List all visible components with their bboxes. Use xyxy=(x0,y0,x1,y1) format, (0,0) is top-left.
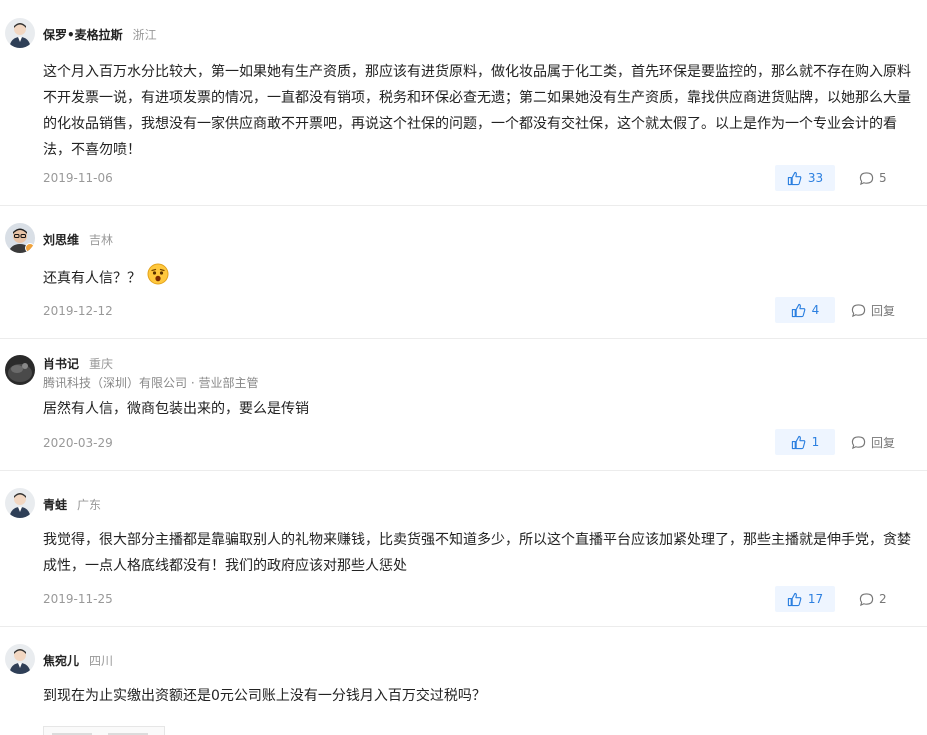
comment-item: 刘思维 吉林 还真有人信？？ 2019-12-12 4 回复 xyxy=(0,206,927,338)
reply-label: 回复 xyxy=(871,303,896,318)
comment-item: 青蛙 广东 我觉得，很大部分主播都是靠骗取别人的礼物来赚钱，比卖货强不知道多少，所… xyxy=(0,471,927,626)
like-count: 17 xyxy=(807,592,824,606)
comment-content: 还真有人信？？ xyxy=(43,263,913,294)
avatar[interactable] xyxy=(5,644,35,674)
comment-date: 2019-12-12 xyxy=(43,304,113,318)
author-region: 四川 xyxy=(89,654,114,668)
comment-content: 居然有人信，微商包装出来的，要么是传销 xyxy=(43,401,309,417)
like-button[interactable]: 1 xyxy=(775,429,835,455)
comment-text: 还真有人信？？ xyxy=(43,270,141,287)
like-button[interactable]: 33 xyxy=(775,165,835,191)
thumbs-up-icon xyxy=(791,303,806,317)
comment-author[interactable]: 肖书记 重庆 xyxy=(43,355,113,372)
reply-count: 5 xyxy=(879,171,887,185)
thumbs-up-icon xyxy=(787,171,802,185)
like-count: 4 xyxy=(811,303,820,317)
default-avatar-icon xyxy=(5,644,35,674)
comment-date: 2019-11-25 xyxy=(43,592,113,606)
speech-bubble-icon xyxy=(851,435,866,449)
comment-author[interactable]: 刘思维 吉林 xyxy=(43,231,113,248)
avatar[interactable] xyxy=(5,488,35,518)
comment-item: 肖书记 重庆 腾讯科技（深圳）有限公司 · 营业部主管 居然有人信，微商包装出来的… xyxy=(0,339,927,470)
comment-content: 到现在为止实缴出资额还是0元公司账上没有一分钱月入百万交过税吗？ xyxy=(43,688,486,704)
like-count: 33 xyxy=(807,171,824,185)
comment-author[interactable]: 青蛙 广东 xyxy=(43,496,101,513)
avatar[interactable] xyxy=(5,18,35,48)
author-name[interactable]: 青蛙 xyxy=(43,498,67,512)
author-region: 浙江 xyxy=(132,28,157,42)
reply-count: 2 xyxy=(879,592,887,606)
speech-bubble-icon xyxy=(859,592,874,606)
user-photo-icon xyxy=(5,223,35,253)
default-avatar-icon xyxy=(5,18,35,48)
author-name[interactable]: 刘思维 xyxy=(43,233,79,247)
author-region: 吉林 xyxy=(89,233,114,247)
comment-item: 保罗•麦格拉斯 浙江 这个月入百万水分比较大，第一如果她有生产资质，那应该有进货原… xyxy=(0,0,927,205)
reply-button[interactable]: 2 xyxy=(859,586,887,612)
reply-button[interactable]: 5 xyxy=(859,165,887,191)
author-name[interactable]: 保罗•麦格拉斯 xyxy=(43,28,123,42)
comment-author[interactable]: 焦宛儿 四川 xyxy=(43,652,113,669)
avatar[interactable] xyxy=(5,355,35,385)
reply-button[interactable]: 回复 xyxy=(851,297,895,323)
default-avatar-icon xyxy=(5,488,35,518)
thumbs-up-icon xyxy=(787,592,802,606)
like-button[interactable]: 17 xyxy=(775,586,835,612)
speech-bubble-icon xyxy=(851,303,866,317)
comment-content: 我觉得，很大部分主播都是靠骗取别人的礼物来赚钱，比卖货强不知道多少，所以这个直播… xyxy=(43,532,911,574)
user-photo-icon xyxy=(5,355,35,385)
author-name[interactable]: 肖书记 xyxy=(43,357,79,371)
author-region: 广东 xyxy=(77,498,102,512)
author-region: 重庆 xyxy=(89,357,114,371)
comment-date: 2019-11-06 xyxy=(43,171,113,185)
reply-button[interactable]: 回复 xyxy=(851,429,895,455)
thumbs-up-icon xyxy=(791,435,806,449)
avatar[interactable] xyxy=(5,223,35,253)
attached-image-thumbnail[interactable] xyxy=(43,726,165,735)
like-count: 1 xyxy=(811,435,820,449)
comment-item: 焦宛儿 四川 到现在为止实缴出资额还是0元公司账上没有一分钱月入百万交过税吗？ xyxy=(0,627,927,735)
shocked-face-emoji xyxy=(147,263,169,294)
reply-label: 回复 xyxy=(871,435,896,450)
speech-bubble-icon xyxy=(859,171,874,185)
comment-date: 2020-03-29 xyxy=(43,436,113,450)
comment-author[interactable]: 保罗•麦格拉斯 浙江 xyxy=(43,26,157,43)
author-company: 腾讯科技（深圳）有限公司 · 营业部主管 xyxy=(43,376,259,390)
like-button[interactable]: 4 xyxy=(775,297,835,323)
comment-content: 这个月入百万水分比较大，第一如果她有生产资质，那应该有进货原料，做化妆品属于化工… xyxy=(43,64,911,158)
author-name[interactable]: 焦宛儿 xyxy=(43,654,79,668)
